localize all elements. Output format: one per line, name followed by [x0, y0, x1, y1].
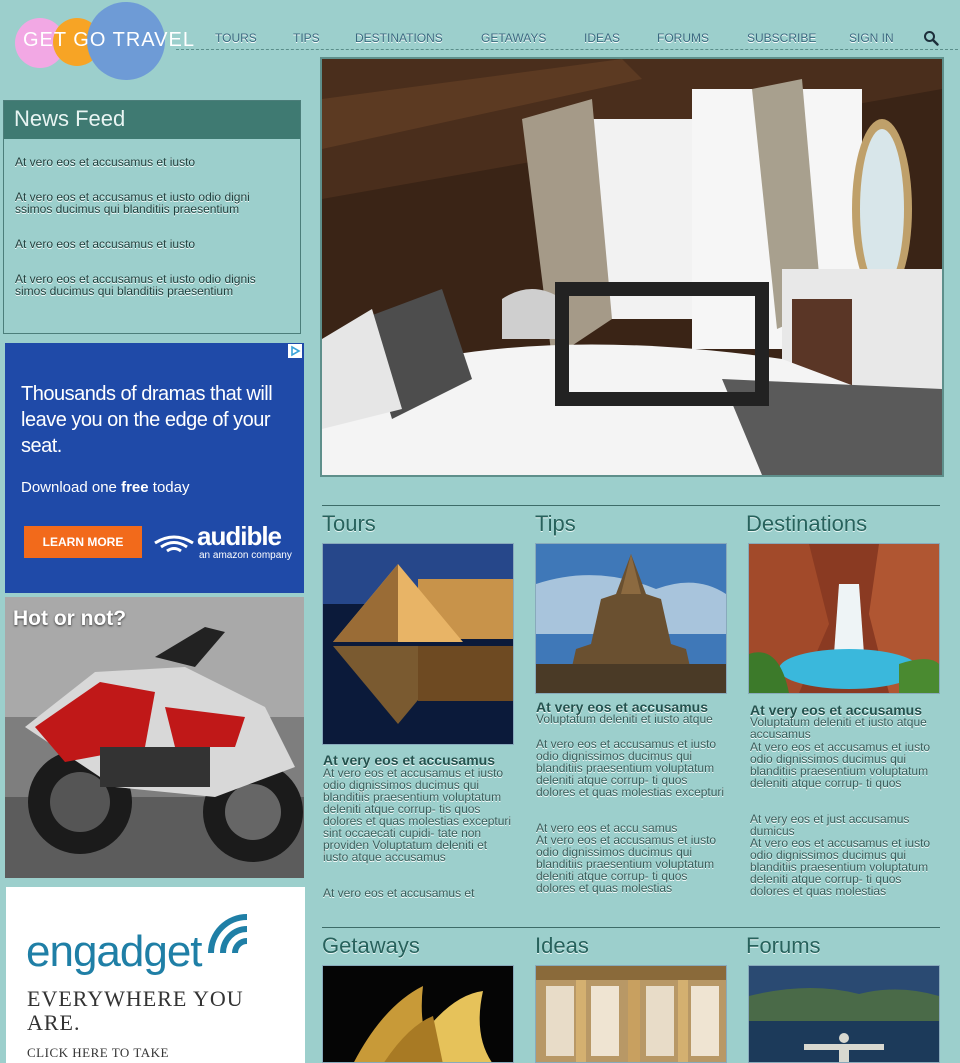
tips-card-text: Voluptatum deleniti et iusto atque: [536, 712, 713, 726]
angkor-temple-photo: [536, 544, 726, 693]
main-nav: TOURS TIPS DESTINATIONS GETAWAYS IDEAS F…: [176, 28, 958, 50]
hero-image[interactable]: [320, 57, 944, 477]
section-divider: [322, 505, 940, 506]
news-feed-item[interactable]: At vero eos et accusamus et iusto odio d…: [15, 273, 285, 297]
nav-ideas[interactable]: IDEAS: [584, 31, 620, 45]
news-feed-item[interactable]: At vero eos et accusamus et iusto: [15, 156, 285, 168]
news-feed-item[interactable]: At vero eos et accusamus et iusto odio d…: [15, 191, 285, 215]
christ-redeemer-photo: [749, 966, 939, 1062]
section-title-ideas[interactable]: Ideas: [535, 933, 589, 959]
destinations-card-text-4: At vero eos et accusamus et iusto odio d…: [750, 836, 931, 898]
getaways-thumbnail[interactable]: [322, 965, 514, 1063]
section-title-getaways[interactable]: Getaways: [322, 933, 420, 959]
tours-thumbnail[interactable]: [322, 543, 514, 745]
ad-cta: CLICK HERE TO TAKE: [27, 1045, 169, 1060]
nav-subscribe[interactable]: SUBSCRIBE: [747, 31, 816, 45]
section-title-destinations[interactable]: Destinations: [746, 511, 867, 537]
section-title-forums[interactable]: Forums: [746, 933, 821, 959]
section-title-tours[interactable]: Tours: [322, 511, 376, 537]
audible-ad[interactable]: Thousands of dramas that will leave you …: [5, 343, 304, 593]
louvre-pyramid-photo: [323, 544, 513, 744]
nav-tips[interactable]: TIPS: [293, 31, 320, 45]
ad-title: Hot or not?: [13, 607, 127, 630]
nav-getaways[interactable]: GETAWAYS: [481, 31, 546, 45]
palace-hall-photo: [536, 966, 726, 1062]
ad-subline: Download one free today: [21, 479, 190, 496]
tips-card-text-4: At vero eos et accusamus et iusto odio d…: [536, 833, 717, 895]
ad-choices-icon[interactable]: [288, 344, 302, 358]
ad-headline: Thousands of dramas that will leave you …: [21, 383, 273, 457]
forums-thumbnail[interactable]: [748, 965, 940, 1063]
opera-house-photo: [323, 966, 513, 1062]
destinations-card-text: Voluptatum deleniti et iusto atque accus…: [750, 715, 927, 741]
nav-destinations[interactable]: DESTINATIONS: [355, 31, 443, 45]
news-feed-title: News Feed: [4, 101, 300, 139]
signal-waves-icon: [208, 914, 248, 954]
motorcycle-image: [5, 597, 304, 878]
engadget-logo: engadget: [26, 927, 203, 976]
tips-card-text-2: At vero eos et accusamus et iusto odio d…: [536, 737, 725, 799]
waterfall-photo: [749, 544, 939, 693]
destinations-card-text-2: At vero eos et accusamus et iusto odio d…: [750, 740, 931, 790]
ad-tagline: EVERYWHERE YOU ARE.: [27, 986, 244, 1035]
audible-brand: audible an amazon company: [153, 521, 293, 565]
hot-or-not-ad[interactable]: Hot or not?: [5, 597, 304, 878]
nav-forums[interactable]: FORUMS: [657, 31, 709, 45]
logo-text: GET GO TRAVEL: [23, 29, 195, 51]
tips-thumbnail[interactable]: [535, 543, 727, 694]
site-logo[interactable]: GET GO TRAVEL: [15, 2, 195, 82]
news-feed-item[interactable]: At vero eos et accusamus et iusto: [15, 238, 285, 250]
nav-sign-in[interactable]: SIGN IN: [849, 31, 894, 45]
hotel-room-photo: [322, 59, 942, 475]
audible-waves-icon: [154, 535, 194, 553]
learn-more-button[interactable]: LEARN MORE: [24, 526, 142, 558]
section-title-tips[interactable]: Tips: [535, 511, 576, 537]
destinations-thumbnail[interactable]: [748, 543, 940, 694]
nav-tours[interactable]: TOURS: [215, 31, 257, 45]
ideas-thumbnail[interactable]: [535, 965, 727, 1063]
destinations-card-text-3: At very eos et just accusamus dumicus: [750, 812, 910, 838]
tours-card-text-2: At vero eos et accusamus et: [323, 886, 475, 900]
tours-card-text: At vero eos et accusamus et iusto odio d…: [323, 766, 512, 864]
engadget-ad[interactable]: engadget EVERYWHERE YOU ARE. CLICK HERE …: [6, 887, 305, 1063]
search-icon[interactable]: [923, 30, 939, 46]
section-divider: [322, 927, 940, 928]
news-feed: News Feed At vero eos et accusamus et iu…: [3, 100, 301, 334]
